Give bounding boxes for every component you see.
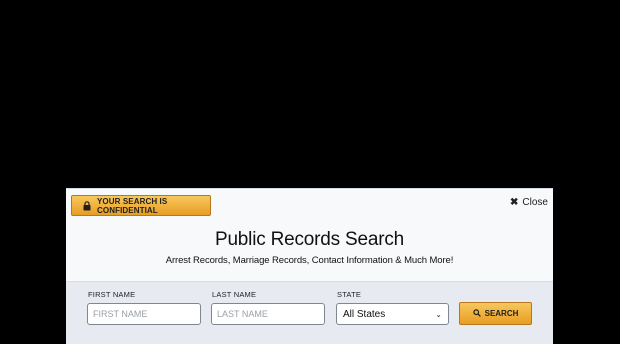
confidential-badge: YOUR SEARCH IS CONFIDENTIAL bbox=[71, 195, 211, 216]
state-selected-value[interactable]: All States bbox=[343, 309, 385, 320]
close-label[interactable]: Close bbox=[522, 197, 548, 208]
search-icon[interactable] bbox=[472, 308, 481, 319]
search-button[interactable]: SEARCH bbox=[459, 302, 532, 325]
close-icon[interactable]: ✖ bbox=[510, 197, 518, 208]
search-label[interactable]: SEARCH bbox=[485, 309, 519, 318]
page-subtitle: Arrest Records, Marriage Records, Contac… bbox=[165, 255, 454, 266]
confidential-text: YOUR SEARCH IS CONFIDENTIAL bbox=[97, 196, 168, 215]
state-label: STATE bbox=[337, 290, 362, 299]
first-name-input[interactable] bbox=[87, 303, 201, 325]
page-title: Public Records Search bbox=[214, 229, 405, 250]
chevron-down-icon[interactable]: ⌄ bbox=[435, 310, 442, 319]
first-name-label: FIRST NAME bbox=[88, 290, 136, 299]
lock-icon bbox=[83, 200, 91, 211]
state-select[interactable]: All States ⌄ bbox=[336, 303, 449, 325]
close-button[interactable]: ✖ Close bbox=[510, 197, 548, 208]
last-name-label: LAST NAME bbox=[212, 290, 257, 299]
search-modal: YOUR SEARCH IS CONFIDENTIAL ✖ Close Publ… bbox=[66, 188, 553, 344]
last-name-input[interactable] bbox=[211, 303, 325, 325]
